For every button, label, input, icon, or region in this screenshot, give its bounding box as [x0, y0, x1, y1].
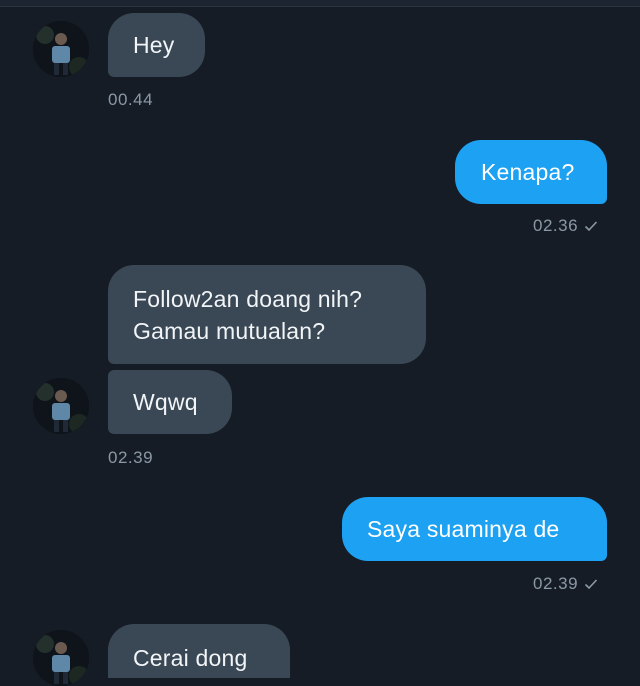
- message-text-line: Follow2an doang nih?: [133, 286, 363, 312]
- check-icon: [584, 217, 598, 237]
- message-text: Kenapa?: [481, 159, 575, 185]
- avatar-image: [33, 378, 89, 434]
- message-timestamp: 00.44: [108, 90, 154, 109]
- message-text: Cerai dong: [133, 645, 248, 671]
- avatar[interactable]: [33, 378, 89, 434]
- dm-conversation[interactable]: Hey 00.44 Kenapa? 02.36 Follow2an doang …: [0, 0, 640, 686]
- message-bubble-outgoing[interactable]: Saya suaminya de: [342, 497, 607, 561]
- message-text: Wqwq: [133, 389, 198, 415]
- message-text-line: Gamau mutualan?: [133, 318, 326, 344]
- message-bubble-incoming[interactable]: Cerai dong: [108, 624, 290, 678]
- message-bubble-incoming[interactable]: Follow2an doang nih? Gamau mutualan?: [108, 265, 426, 364]
- message-text: Saya suaminya de: [367, 516, 560, 542]
- avatar-image: [33, 21, 89, 77]
- message-text: Hey: [133, 32, 175, 58]
- check-icon: [584, 575, 598, 595]
- avatar[interactable]: [33, 21, 89, 77]
- message-timestamp: 02.39: [108, 448, 154, 467]
- message-bubble-incoming[interactable]: Hey: [108, 13, 205, 77]
- message-bubble-incoming[interactable]: Wqwq: [108, 370, 232, 434]
- message-bubble-outgoing[interactable]: Kenapa?: [455, 140, 607, 204]
- message-timestamp: 02.39: [533, 574, 598, 595]
- message-timestamp: 02.36: [533, 216, 598, 237]
